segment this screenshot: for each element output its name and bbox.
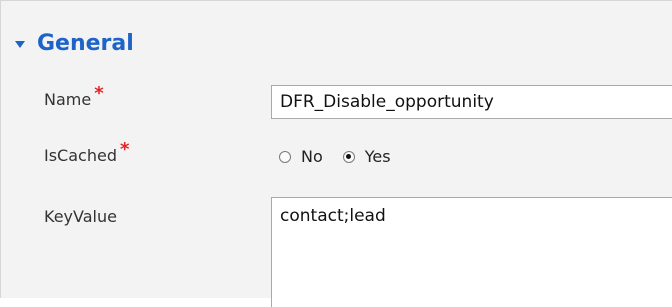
radio-no-label: No	[301, 147, 323, 166]
section-title: General	[37, 31, 134, 56]
keyvalue-label: KeyValue	[44, 207, 117, 226]
iscached-radio-yes[interactable]: Yes	[342, 147, 391, 166]
keyvalue-textarea[interactable]: contact;lead	[271, 197, 672, 307]
iscached-radio-group: No Yes	[279, 147, 411, 166]
required-asterisk: *	[94, 83, 104, 104]
iscached-label: IsCached	[44, 146, 117, 165]
name-input[interactable]: DFR_Disable_opportunity	[271, 85, 672, 119]
name-label-row: Name *	[44, 83, 104, 110]
iscached-label-row: IsCached *	[44, 139, 129, 166]
radio-unchecked-icon[interactable]	[279, 150, 291, 163]
name-label: Name	[44, 90, 92, 109]
general-panel: General Name * DFR_Disable_opportunity Is…	[0, 0, 672, 307]
iscached-radio-no[interactable]: No	[279, 147, 323, 166]
caret-down-icon[interactable]	[15, 41, 25, 48]
radio-yes-label: Yes	[364, 147, 391, 166]
radio-checked-icon[interactable]	[342, 150, 355, 163]
section-header-general[interactable]: General	[15, 31, 134, 56]
required-asterisk: *	[119, 139, 130, 160]
